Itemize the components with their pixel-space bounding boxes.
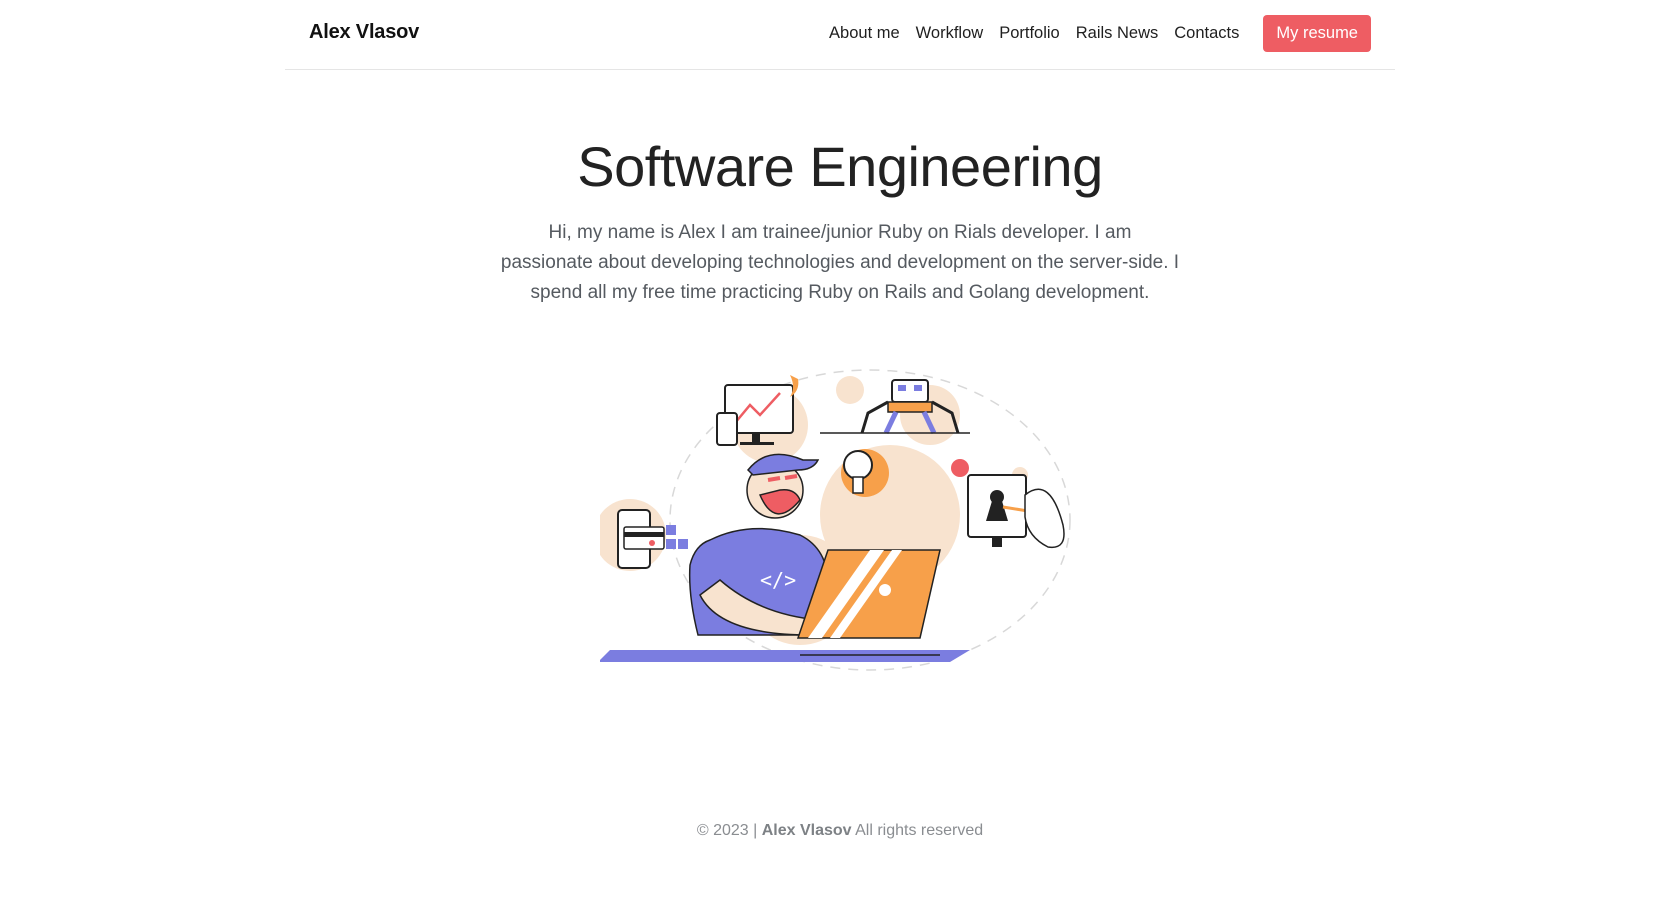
nav-link-rails-news[interactable]: Rails News bbox=[1076, 24, 1159, 43]
footer-rights: All rights reserved bbox=[855, 822, 984, 839]
hero-title: Software Engineering bbox=[577, 135, 1103, 198]
resume-button[interactable]: My resume bbox=[1263, 15, 1371, 52]
nav-link-about[interactable]: About me bbox=[829, 24, 900, 43]
main-nav: About me Workflow Portfolio Rails News C… bbox=[829, 15, 1371, 52]
site-header: Alex Vlasov About me Workflow Portfolio … bbox=[285, 0, 1395, 70]
nav-link-contacts[interactable]: Contacts bbox=[1174, 24, 1239, 43]
brand-logo[interactable]: Alex Vlasov bbox=[309, 21, 419, 44]
desk-surface bbox=[600, 650, 970, 662]
lock-monitor-icon bbox=[951, 459, 1065, 549]
footer-author-name: Alex Vlasov bbox=[761, 822, 852, 839]
footer-copyright: © 2023 | bbox=[696, 822, 758, 839]
page: Alex Vlasov About me Workflow Portfolio … bbox=[0, 0, 1680, 915]
lightbulb-icon bbox=[841, 449, 889, 497]
site-footer: © 2023 | Alex Vlasov All rights reserved bbox=[0, 822, 1680, 840]
nav-link-portfolio[interactable]: Portfolio bbox=[999, 24, 1060, 43]
bg-blob bbox=[836, 376, 864, 404]
nav-link-workflow[interactable]: Workflow bbox=[916, 24, 984, 43]
developer-illustration: </> bbox=[600, 369, 1071, 671]
hero-lead: Hi, my name is Alex I am trainee/junior … bbox=[500, 222, 1180, 303]
code-tag-text: </> bbox=[760, 568, 796, 592]
developer-figure: </> bbox=[688, 453, 829, 636]
